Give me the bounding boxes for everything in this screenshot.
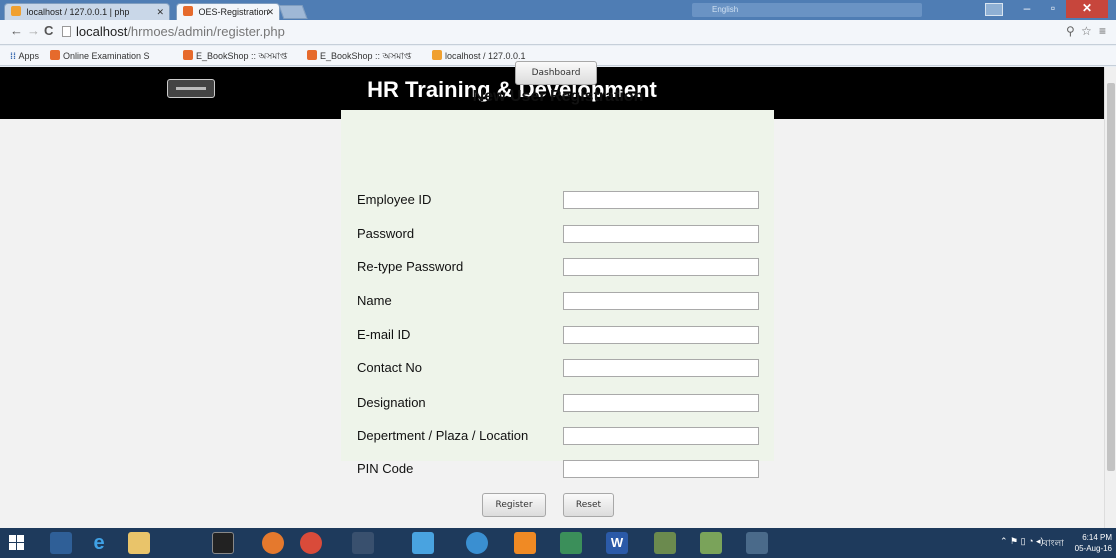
contact-no-field[interactable] xyxy=(563,359,759,377)
excel-icon[interactable] xyxy=(560,532,582,554)
forward-arrow-icon[interactable]: → xyxy=(27,23,40,38)
taskbar-app-icon[interactable] xyxy=(412,532,434,554)
dashboard-button[interactable]: Dashboard xyxy=(515,61,597,85)
taskbar-app-icon[interactable] xyxy=(50,532,72,554)
windows-taskbar: e W ⌃ ⚑ ▯ ◔ ◂) বাংলা 6:14 PM 05-Aug-16 xyxy=(0,528,1116,558)
tab-label: OES-Registration xyxy=(198,7,269,17)
tab-phpmyadmin[interactable]: localhost / 127.0.0.1 | php ✕ xyxy=(4,3,170,20)
name-field[interactable] xyxy=(563,292,759,310)
bookmark-label: Online Examination S xyxy=(63,51,150,61)
apps-grid-icon: ⁞⁞ xyxy=(10,51,19,61)
department-label: Depertment / Plaza / Location xyxy=(357,428,529,443)
bookmark-label: E_BookShop :: অসমাপ্ত xyxy=(196,51,288,61)
phpmyadmin-icon xyxy=(432,50,442,60)
extension-icon[interactable]: ⚲ xyxy=(1066,24,1075,38)
url-path: /hrmoes/admin/register.php xyxy=(127,24,285,39)
employee-id-label: Employee ID xyxy=(357,192,432,207)
chrome-icon[interactable] xyxy=(300,532,322,554)
reload-icon[interactable]: C xyxy=(44,23,53,38)
address-bar: ← → C localhost/hrmoes/admin/register.ph… xyxy=(0,20,1116,45)
language-bar[interactable]: English xyxy=(692,3,922,17)
bookmark-ebookshop-1[interactable]: E_BookShop :: অসমাপ্ত xyxy=(183,49,287,63)
reset-button[interactable]: Reset xyxy=(563,493,614,517)
menu-icon[interactable]: ≡ xyxy=(1099,24,1106,38)
bookmark-ebookshop-2[interactable]: E_BookShop :: অসমাপ্ত xyxy=(307,49,411,63)
designation-label: Designation xyxy=(357,395,426,410)
pin-code-field[interactable] xyxy=(563,460,759,478)
tab-label: localhost / 127.0.0.1 | php xyxy=(26,7,130,17)
taskbar-app-icon[interactable] xyxy=(746,532,768,554)
email-field[interactable] xyxy=(563,326,759,344)
url-host: localhost xyxy=(76,24,128,39)
employee-id-field[interactable] xyxy=(563,191,759,209)
form-title: New User Registration xyxy=(472,88,644,105)
tab-close-icon[interactable]: ✕ xyxy=(266,4,274,20)
tab-close-icon[interactable]: ✕ xyxy=(156,4,164,20)
bookmark-favicon-icon xyxy=(183,50,193,60)
pin-code-label: PIN Code xyxy=(357,461,414,476)
file-explorer-icon[interactable] xyxy=(128,532,150,554)
password-field[interactable] xyxy=(563,225,759,243)
clock-date: 05-Aug-16 xyxy=(1074,544,1112,553)
minimize-button[interactable]: – xyxy=(1014,0,1040,18)
tab-oes-registration[interactable]: OES-Registration ✕ xyxy=(176,3,280,20)
bookmark-apps[interactable]: ⁞⁞ Apps xyxy=(10,49,39,63)
back-arrow-icon[interactable]: ← xyxy=(10,23,23,38)
browser-tab-strip: localhost / 127.0.0.1 | php ✕ OES-Regist… xyxy=(0,0,1116,20)
taskbar-app-icon[interactable] xyxy=(654,532,676,554)
page-favicon-icon xyxy=(183,6,193,16)
maximize-button[interactable]: ▫ xyxy=(1040,0,1066,18)
retype-password-field[interactable] xyxy=(563,258,759,276)
bookmark-label: Apps xyxy=(18,51,40,61)
scrollbar-thumb[interactable] xyxy=(1107,83,1115,471)
designation-field[interactable] xyxy=(563,394,759,412)
system-tray[interactable]: ⌃ ⚑ ▯ ◔ ◂) xyxy=(1000,536,1044,547)
bookmark-favicon-icon xyxy=(307,50,317,60)
taskbar-app-icon[interactable] xyxy=(700,532,722,554)
internet-explorer-icon[interactable]: e xyxy=(88,532,110,554)
clock-time: 6:14 PM xyxy=(1082,533,1112,542)
contact-no-label: Contact No xyxy=(357,360,423,375)
close-window-button[interactable]: ✕ xyxy=(1066,0,1108,18)
bookmark-star-icon[interactable]: ☆ xyxy=(1081,24,1092,38)
taskbar-clock[interactable]: 6:14 PM 05-Aug-16 xyxy=(1066,532,1112,554)
language-indicator[interactable]: বাংলা xyxy=(1043,536,1064,551)
taskbar-app-icon[interactable] xyxy=(466,532,488,554)
tray-icons: ⌃ ⚑ ▯ ◔ ◂) xyxy=(1000,536,1044,546)
retype-password-label: Re-type Password xyxy=(357,259,464,274)
password-label: Password xyxy=(357,226,415,241)
url-input[interactable]: localhost/hrmoes/admin/register.php xyxy=(62,22,1062,42)
new-tab-button[interactable] xyxy=(278,5,308,19)
ime-label: English xyxy=(712,5,739,14)
profile-icon[interactable] xyxy=(985,3,1003,16)
word-icon[interactable]: W xyxy=(606,532,628,554)
firefox-icon[interactable] xyxy=(262,532,284,554)
email-label: E-mail ID xyxy=(357,327,411,342)
bookmark-label: localhost / 127.0.0.1 xyxy=(445,51,526,61)
name-label: Name xyxy=(357,293,392,308)
page-scrollbar[interactable] xyxy=(1104,67,1116,528)
phpmyadmin-icon xyxy=(11,6,21,16)
bookmark-label: E_BookShop :: অসমাপ্ত xyxy=(320,51,412,61)
page-icon xyxy=(62,26,71,37)
windows-start-icon[interactable] xyxy=(9,535,25,551)
bookmark-favicon-icon xyxy=(50,50,60,60)
department-field[interactable] xyxy=(563,427,759,445)
terminal-icon[interactable] xyxy=(212,532,234,554)
register-button[interactable]: Register xyxy=(482,493,546,517)
bookmark-localhost[interactable]: localhost / 127.0.0.1 xyxy=(432,49,526,63)
taskbar-app-icon[interactable] xyxy=(352,532,374,554)
taskbar-app-icon[interactable] xyxy=(514,532,536,554)
bookmark-online-exam[interactable]: Online Examination S xyxy=(50,49,150,63)
